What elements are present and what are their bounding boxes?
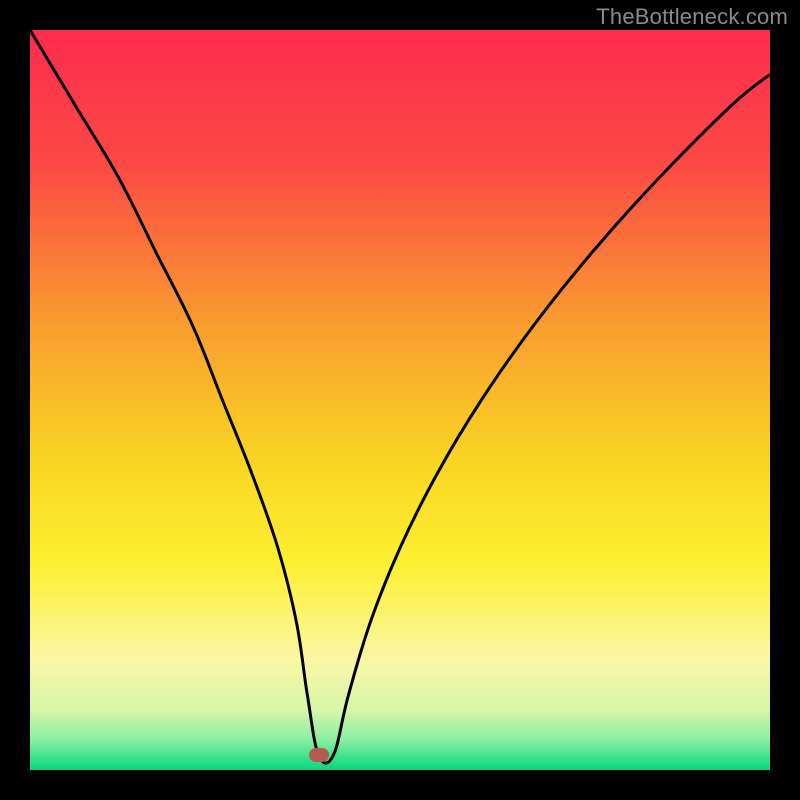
watermark-text: TheBottleneck.com [596, 4, 788, 30]
gradient-background [30, 30, 770, 770]
chart-frame: TheBottleneck.com [0, 0, 800, 800]
plot-area [30, 30, 770, 770]
bottleneck-marker [309, 748, 329, 762]
